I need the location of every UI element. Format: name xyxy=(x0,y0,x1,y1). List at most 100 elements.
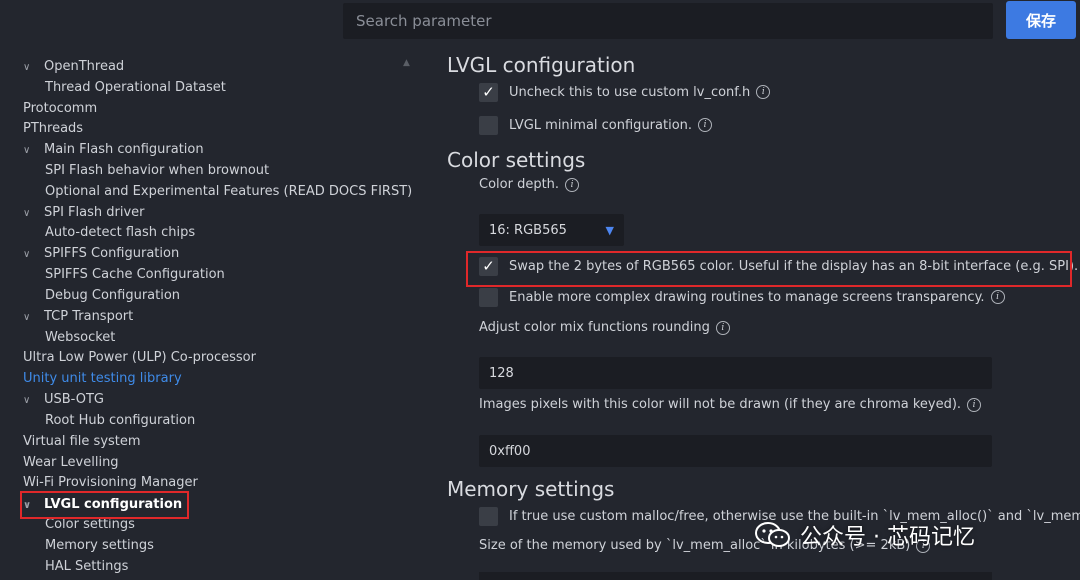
watermark: 公众号 · 芯码记忆 xyxy=(754,517,975,553)
sidebar-item-label: TCP Transport xyxy=(44,309,134,324)
sidebar-item-auto-detect[interactable]: Auto-detect flash chips xyxy=(45,222,195,243)
sidebar-item-label: PThreads xyxy=(23,121,84,136)
sidebar-item-label: SPI Flash driver xyxy=(44,205,145,220)
select-value: 16: RGB565 xyxy=(489,222,567,238)
sidebar-item-memory-settings[interactable]: Memory settings xyxy=(45,535,154,556)
sidebar-item-vfs[interactable]: Virtual file system xyxy=(23,431,141,452)
field-label-text: Color depth. xyxy=(479,177,560,192)
field-label-text: Adjust color mix functions rounding xyxy=(479,320,710,335)
sidebar-item-spi-flash-driver[interactable]: ∨ SPI Flash driver xyxy=(23,202,145,223)
sidebar-item-debug[interactable]: Debug Configuration xyxy=(45,285,180,306)
option-label: Swap the 2 bytes of RGB565 color. Useful… xyxy=(509,258,1079,274)
chevron-down-icon[interactable]: ∨ xyxy=(23,140,44,161)
sidebar-item-websocket[interactable]: Websocket xyxy=(45,327,115,348)
custom-malloc-checkbox[interactable] xyxy=(479,506,498,526)
check-icon: ✓ xyxy=(482,257,495,275)
chevron-down-icon[interactable]: ∨ xyxy=(23,495,44,516)
section-title-color: Color settings xyxy=(447,148,586,172)
sidebar-item-label: Memory settings xyxy=(45,538,154,553)
sidebar-item-lvgl[interactable]: ∨ LVGL configuration xyxy=(23,494,182,515)
option-label: Uncheck this to use custom lv_conf.h xyxy=(509,84,751,100)
sidebar-item-label: Color settings xyxy=(45,517,135,532)
sidebar-item-label: SPI Flash behavior when brownout xyxy=(45,163,270,178)
sidebar-item-tcp-transport[interactable]: ∨ TCP Transport xyxy=(23,306,133,327)
info-icon[interactable]: i xyxy=(565,177,580,192)
sidebar-item-openthread[interactable]: ∨ OpenThread xyxy=(23,56,124,77)
sidebar-item-pthreads[interactable]: PThreads xyxy=(23,118,83,139)
sidebar-item-label: LVGL configuration xyxy=(44,497,183,512)
save-button[interactable]: 保存 xyxy=(1006,1,1076,39)
sidebar-item-spi-brownout[interactable]: SPI Flash behavior when brownout xyxy=(45,160,269,181)
sidebar-item-label: Unity unit testing library xyxy=(23,371,182,386)
minimal-config-checkbox[interactable] xyxy=(479,115,498,135)
sidebar-tree: ▲ ∨ OpenThread Thread Operational Dataset… xyxy=(0,44,420,580)
info-icon[interactable]: i xyxy=(967,397,982,412)
sidebar-item-label: Websocket xyxy=(45,330,116,345)
sidebar-item-label: Optional and Experimental Features (READ… xyxy=(45,184,413,199)
chevron-down-icon[interactable]: ∨ xyxy=(23,57,44,78)
section-title-memory: Memory settings xyxy=(447,477,615,501)
sidebar-item-wear-levelling[interactable]: Wear Levelling xyxy=(23,452,119,473)
color-mix-input[interactable] xyxy=(479,357,992,389)
color-mix-label: Adjust color mix functions rounding i xyxy=(479,320,730,335)
sidebar-item-optional-features[interactable]: Optional and Experimental Features (READ… xyxy=(45,181,412,202)
sidebar-item-label: USB-OTG xyxy=(44,392,104,407)
info-icon[interactable]: i xyxy=(698,118,713,132)
scroll-up-icon[interactable]: ▲ xyxy=(403,58,410,68)
chroma-key-label: Images pixels with this color will not b… xyxy=(479,397,982,412)
field-label-text: Images pixels with this color will not b… xyxy=(479,397,962,412)
check-icon: ✓ xyxy=(482,83,495,101)
option-custom-conf: ✓ Uncheck this to use custom lv_conf.h i xyxy=(479,81,771,103)
sidebar-item-label: Virtual file system xyxy=(23,434,141,449)
sidebar-item-main-flash[interactable]: ∨ Main Flash configuration xyxy=(23,139,204,160)
chevron-down-icon[interactable]: ∨ xyxy=(23,244,44,265)
section-title-lvgl: LVGL configuration xyxy=(447,53,636,77)
swap-bytes-checkbox[interactable]: ✓ xyxy=(479,256,498,276)
sidebar-item-color-settings[interactable]: Color settings xyxy=(45,514,135,535)
sidebar-item-thread-dataset[interactable]: Thread Operational Dataset xyxy=(45,77,226,98)
sidebar-item-usb-otg[interactable]: ∨ USB-OTG xyxy=(23,389,104,410)
option-swap-bytes: ✓ Swap the 2 bytes of RGB565 color. Usef… xyxy=(479,255,1080,277)
mem-size-input[interactable] xyxy=(479,572,992,580)
top-bar: 保存 xyxy=(0,0,1080,44)
option-minimal: LVGL minimal configuration. i xyxy=(479,114,713,136)
sidebar-item-protocomm[interactable]: Protocomm xyxy=(23,98,97,119)
sidebar-item-ulp[interactable]: Ultra Low Power (ULP) Co-processor xyxy=(23,347,256,368)
sidebar-item-label: HAL Settings xyxy=(45,559,129,574)
sidebar-item-root-hub[interactable]: Root Hub configuration xyxy=(45,410,195,431)
chevron-down-icon[interactable]: ∨ xyxy=(23,390,44,411)
sidebar-item-hal-settings[interactable]: HAL Settings xyxy=(45,556,128,577)
info-icon[interactable]: i xyxy=(715,320,730,335)
search-input[interactable] xyxy=(343,3,993,39)
wechat-logo-icon xyxy=(755,522,790,547)
chroma-key-input[interactable] xyxy=(479,435,992,467)
sidebar-item-label: Wear Levelling xyxy=(23,455,119,470)
color-depth-label: Color depth. i xyxy=(479,177,580,192)
custom-conf-checkbox[interactable]: ✓ xyxy=(479,82,498,102)
sidebar-item-spiffs[interactable]: ∨ SPIFFS Configuration xyxy=(23,243,179,264)
sidebar-item-label: Root Hub configuration xyxy=(45,413,196,428)
color-depth-select[interactable]: 16: RGB565 ▼ xyxy=(479,214,624,246)
sidebar-item-unity[interactable]: Unity unit testing library xyxy=(23,368,182,389)
option-complex-drawing: Enable more complex drawing routines to … xyxy=(479,286,1005,308)
sidebar-item-label: Thread Operational Dataset xyxy=(45,80,226,95)
watermark-text: 公众号 · 芯码记忆 xyxy=(800,525,975,550)
info-icon[interactable]: i xyxy=(756,85,771,99)
chevron-down-icon[interactable]: ∨ xyxy=(23,203,44,224)
sidebar-item-label: Wi-Fi Provisioning Manager xyxy=(23,475,198,490)
sidebar-item-label: SPIFFS Configuration xyxy=(44,246,180,261)
option-label: LVGL minimal configuration. xyxy=(509,117,693,133)
sidebar-item-spiffs-cache[interactable]: SPIFFS Cache Configuration xyxy=(45,264,225,285)
complex-drawing-checkbox[interactable] xyxy=(479,287,498,307)
chevron-down-icon[interactable]: ∨ xyxy=(23,307,44,328)
sidebar-item-label: Auto-detect flash chips xyxy=(45,225,196,240)
sidebar-item-label: Main Flash configuration xyxy=(44,142,204,157)
option-label: Enable more complex drawing routines to … xyxy=(509,289,985,305)
info-icon[interactable]: i xyxy=(990,290,1005,304)
sidebar-item-label: Ultra Low Power (ULP) Co-processor xyxy=(23,350,256,365)
sidebar-item-label: SPIFFS Cache Configuration xyxy=(45,267,225,282)
sidebar-item-wifi-prov[interactable]: Wi-Fi Provisioning Manager xyxy=(23,472,198,493)
chevron-down-icon: ▼ xyxy=(605,223,614,237)
sidebar-item-label: OpenThread xyxy=(44,59,125,74)
sidebar-item-label: Debug Configuration xyxy=(45,288,181,303)
